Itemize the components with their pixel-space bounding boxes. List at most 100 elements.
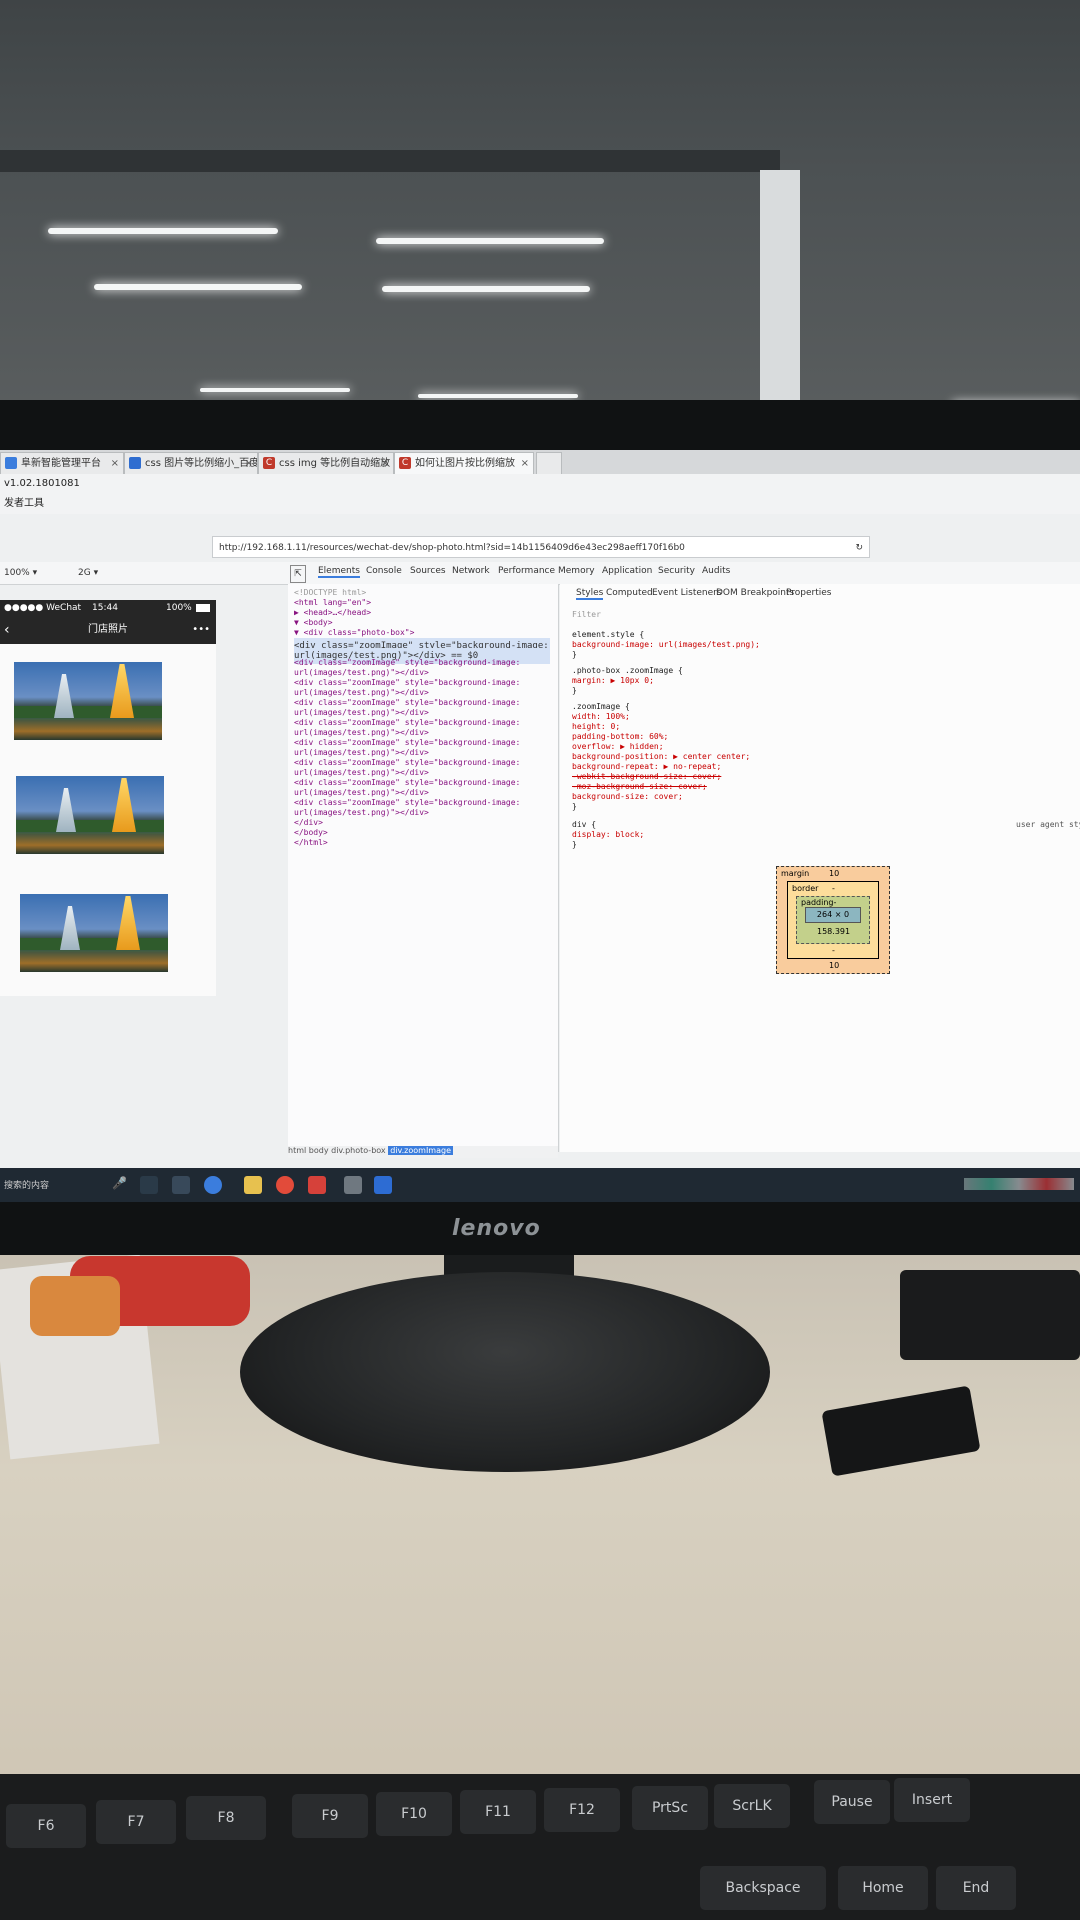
url-input[interactable]: http://192.168.1.11/resources/wechat-dev… [212,536,870,558]
mic-icon[interactable]: 🎤 [112,1176,127,1190]
css-line[interactable]: overflow: ▶ hidden; [572,742,664,751]
key-pause[interactable]: Pause [814,1780,890,1824]
folder-icon[interactable] [244,1176,262,1194]
css-line[interactable]: background-size: cover; [572,792,683,801]
dom-line[interactable]: ▶ <head>…</head> [294,608,371,617]
tab-audits[interactable]: Audits [702,566,730,576]
crumb-photo-box[interactable]: div.photo-box [331,1146,386,1155]
css-line[interactable]: -webkit-background-size: cover; [572,772,721,781]
dom-line[interactable]: ▼ <div class="photo-box"> [294,628,414,637]
tab-security[interactable]: Security [658,566,695,576]
monitor-buttons[interactable] [882,1234,1072,1244]
padding-bottom-value[interactable]: 158.391 [817,927,850,936]
browser-tab-active[interactable]: C 如何让图片按比例缩放 × [394,452,534,474]
store-photo[interactable] [16,776,164,854]
css-line[interactable]: padding-bottom: 60%; [572,732,668,741]
dom-line[interactable]: <div class="zoomImage" style="background… [294,678,520,687]
css-line[interactable]: height: 0; [572,722,620,731]
app-red-icon[interactable] [308,1176,326,1194]
dom-line[interactable]: url(images/test.png)"></div> [294,768,429,777]
tab-properties[interactable]: Properties [786,588,831,598]
dom-line[interactable]: url(images/test.png)"></div> [294,788,429,797]
dom-line[interactable]: url(images/test.png)"></div> [294,748,429,757]
filter-input[interactable]: Filter [572,610,601,619]
close-icon[interactable]: × [111,453,119,474]
tab-memory[interactable]: Memory [558,566,595,576]
crumb-body[interactable]: body [309,1146,329,1155]
dom-line[interactable]: ▼ <body> [294,618,333,627]
key-f10[interactable]: F10 [376,1792,452,1836]
css-line[interactable]: background-image: url(images/test.png); [572,640,760,649]
tab-console[interactable]: Console [366,566,402,576]
dom-line[interactable]: url(images/test.png)"></div> [294,668,429,677]
app-icon[interactable] [172,1176,190,1194]
browser-tab[interactable]: 阜新智能管理平台 × [0,452,124,474]
store-photo[interactable] [20,894,168,972]
box-model-content[interactable]: 264 × 0 [805,907,861,923]
dom-line[interactable]: <html lang="en"> [294,598,371,607]
tab-event-listeners[interactable]: Event Listeners [652,588,722,598]
new-tab-button[interactable] [536,452,562,474]
app-gray-icon[interactable] [344,1176,362,1194]
tab-application[interactable]: Application [602,566,652,576]
close-icon[interactable]: × [521,453,529,474]
dom-line[interactable]: </html> [294,838,328,847]
key-f7[interactable]: F7 [96,1800,176,1844]
key-backspace[interactable]: Backspace [700,1866,826,1910]
dom-line[interactable]: url(images/test.png)"></div> [294,728,429,737]
dom-line[interactable]: url(images/test.png)"></div> [294,808,429,817]
edge-icon[interactable] [204,1176,222,1194]
system-tray[interactable] [964,1178,1074,1190]
tab-performance[interactable]: Performance [498,566,555,576]
dom-line[interactable]: url(images/test.png)"></div> [294,708,429,717]
close-icon[interactable]: × [245,453,253,474]
margin-top-value[interactable]: 10 [829,869,839,878]
css-line[interactable]: width: 100%; [572,712,630,721]
key-f12[interactable]: F12 [544,1788,620,1832]
dom-line[interactable]: </div> [294,818,323,827]
dom-line[interactable]: <div class="zoomImage" style="background… [294,698,520,707]
tab-dom-breakpoints[interactable]: DOM Breakpoints [716,588,794,598]
refresh-icon[interactable]: ↻ [855,537,863,559]
dom-line[interactable]: <div class="zoomImage" style="background… [294,718,520,727]
tab-elements[interactable]: Elements [318,566,360,578]
border-value[interactable]: - [832,884,835,893]
css-line[interactable]: -moz-background-size: cover; [572,782,707,791]
css-line[interactable]: background-repeat: ▶ no-repeat; [572,762,721,771]
more-icon[interactable]: ••• [192,616,210,644]
key-home[interactable]: Home [838,1866,928,1910]
search-box[interactable]: 搜索的内容 [4,1178,49,1191]
key-f8[interactable]: F8 [186,1796,266,1840]
tab-network[interactable]: Network [452,566,490,576]
key-f6[interactable]: F6 [6,1804,86,1848]
key-prtsc[interactable]: PrtSc [632,1786,708,1830]
task-view-icon[interactable] [140,1176,158,1194]
browser-tab[interactable]: css 图片等比例缩小_百度 × [124,452,258,474]
css-line[interactable]: background-position: ▶ center center; [572,752,750,761]
dom-line[interactable]: <div class="zoomImage" style="background… [294,738,520,747]
inspect-icon[interactable]: ⇱ [290,565,306,583]
dom-line[interactable]: <div class="zoomImage" style="background… [294,798,520,807]
key-insert[interactable]: Insert [894,1778,970,1822]
key-f11[interactable]: F11 [460,1790,536,1834]
network-select[interactable]: 2G ▾ [78,565,148,581]
vscode-icon[interactable] [374,1176,392,1194]
css-line[interactable]: margin: ▶ 10px 0; [572,676,654,685]
dom-line[interactable]: <!DOCTYPE html> [294,588,366,597]
dom-line[interactable]: <div class="zoomImage" style="background… [294,778,520,787]
key-f9[interactable]: F9 [292,1794,368,1838]
browser-tab[interactable]: C css img 等比例自动缩放 × [258,452,394,474]
dom-line[interactable]: <div class="zoomImage" style="background… [294,658,520,667]
tab-computed[interactable]: Computed [606,588,653,598]
chrome-icon[interactable] [276,1176,294,1194]
zoom-select[interactable]: 100% ▾ [4,565,68,581]
crumb-html[interactable]: html [288,1146,306,1155]
dom-line[interactable]: </body> [294,828,328,837]
key-scrlk[interactable]: ScrLK [714,1784,790,1828]
tab-sources[interactable]: Sources [410,566,446,576]
crumb-zoomimage[interactable]: div.zoomImage [388,1146,453,1155]
key-end[interactable]: End [936,1866,1016,1910]
store-photo[interactable] [14,662,162,740]
close-icon[interactable]: × [381,453,389,474]
back-icon[interactable]: ‹ [4,616,10,644]
